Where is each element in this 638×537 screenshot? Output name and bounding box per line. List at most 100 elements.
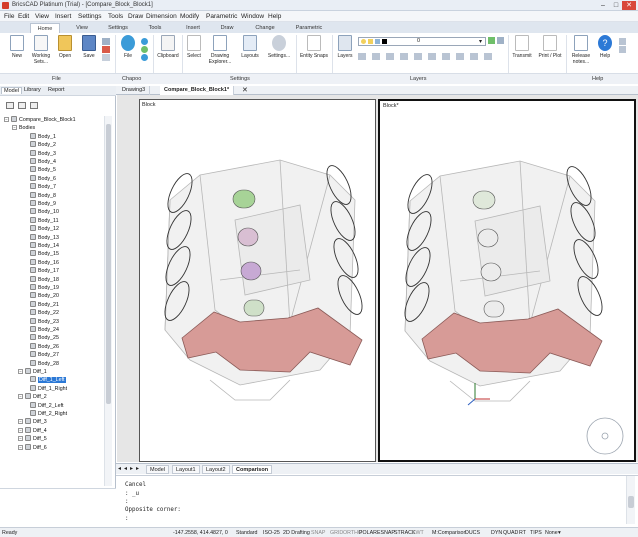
menu-tools[interactable]: Tools bbox=[108, 13, 123, 20]
first-layout-icon[interactable]: ◂ bbox=[118, 465, 121, 472]
print-plot-button[interactable]: Print / Plot bbox=[536, 35, 564, 59]
tree-scrollbar[interactable] bbox=[104, 116, 112, 486]
layer-walk-icon[interactable] bbox=[428, 53, 436, 60]
transmit-button[interactable]: Transmit bbox=[510, 35, 534, 59]
tree-expander-icon[interactable]: − bbox=[18, 419, 23, 425]
previous-layer-icon[interactable] bbox=[497, 37, 504, 44]
tree-diff-group[interactable]: − Diff_3 bbox=[18, 418, 47, 426]
tree-body-item[interactable]: Body_4 bbox=[30, 158, 56, 166]
tree-body-item[interactable]: Body_21 bbox=[30, 300, 59, 309]
print-icon[interactable] bbox=[102, 38, 110, 45]
tree-body-item[interactable]: Body_23 bbox=[30, 317, 59, 326]
clipboard-button[interactable]: Clipboard bbox=[155, 35, 181, 59]
status-toggle-snap[interactable]: SNAP bbox=[311, 529, 325, 537]
menu-edit[interactable]: Edit bbox=[18, 13, 29, 20]
tree-body-item[interactable]: Body_9 bbox=[30, 200, 56, 208]
tab-parametric[interactable]: Parametric bbox=[290, 23, 328, 33]
close-doc-icon[interactable] bbox=[102, 54, 110, 61]
tree-bodies-folder[interactable]: − Bodies bbox=[12, 124, 35, 132]
menu-parametric[interactable]: Parametric bbox=[206, 13, 237, 20]
share-icon[interactable] bbox=[141, 54, 148, 61]
tree-diff-item[interactable]: Diff_2_Right bbox=[30, 410, 67, 418]
layout-tab-model[interactable]: Model bbox=[146, 465, 169, 474]
tree-diff-group[interactable]: − Diff_2 bbox=[18, 393, 47, 401]
tab-settings[interactable]: Settings bbox=[103, 23, 133, 33]
tab-report[interactable]: Report bbox=[46, 87, 67, 93]
tree-root[interactable]: − Compare_Block_Block1 bbox=[4, 116, 76, 124]
tree-body-item[interactable]: Body_7 bbox=[30, 183, 56, 191]
tree-body-item[interactable]: Body_12 bbox=[30, 225, 59, 233]
tree-body-item[interactable]: Body_27 bbox=[30, 351, 59, 359]
status-toggle-none[interactable]: None bbox=[545, 529, 558, 537]
make-current-icon[interactable] bbox=[488, 37, 495, 44]
tree-body-item[interactable]: Body_11 bbox=[30, 216, 59, 225]
tree-expander-icon[interactable]: − bbox=[18, 394, 23, 400]
status-toggle-dyn[interactable]: DYN bbox=[491, 529, 502, 537]
status-toggle-tips[interactable]: TIPS bbox=[530, 529, 542, 537]
layer-unlock-icon[interactable] bbox=[414, 53, 422, 60]
command-prompt[interactable]: : bbox=[125, 516, 129, 522]
status-toggle-standard[interactable]: Standard bbox=[236, 529, 258, 537]
tree-body-item[interactable]: Body_10 bbox=[30, 208, 59, 216]
tree-body-item[interactable]: Body_18 bbox=[30, 275, 59, 284]
working-sets-button[interactable]: Working Sets... bbox=[29, 35, 53, 65]
layer-freeze-icon[interactable] bbox=[386, 53, 394, 60]
tree-body-item[interactable]: Body_8 bbox=[30, 191, 56, 200]
about-icon[interactable] bbox=[619, 46, 626, 53]
menu-draw[interactable]: Draw bbox=[128, 13, 143, 20]
layer-lock-tool-icon[interactable] bbox=[400, 53, 408, 60]
maximize-button[interactable]: □ bbox=[609, 1, 623, 10]
viewport-left[interactable]: Block bbox=[139, 99, 376, 462]
layer-dropdown[interactable]: 0 ▾ bbox=[358, 37, 486, 46]
upload-icon[interactable] bbox=[141, 38, 148, 45]
close-button[interactable]: ✕ bbox=[622, 1, 636, 10]
drawing-explorer-button[interactable]: Drawing Explorer... bbox=[205, 35, 235, 65]
tab-model[interactable]: Model bbox=[1, 87, 22, 94]
entity-snaps-button[interactable]: Entity Snaps bbox=[298, 35, 330, 59]
info-icon[interactable] bbox=[619, 38, 626, 45]
scrollbar-thumb[interactable] bbox=[106, 124, 111, 404]
tree-expander-icon[interactable]: − bbox=[12, 125, 17, 131]
status-toggle-quad[interactable]: QUAD bbox=[503, 529, 518, 537]
tree-diff-group[interactable]: − Diff_6 bbox=[18, 443, 47, 452]
tab-insert[interactable]: Insert bbox=[180, 23, 206, 33]
tree-body-item[interactable]: Body_2 bbox=[30, 141, 56, 149]
status-toggle-esnap[interactable]: ESNAP bbox=[377, 529, 395, 537]
doc-tab-compare[interactable]: Compare_Block_Block1* bbox=[160, 86, 235, 95]
tree-body-item[interactable]: Body_15 bbox=[30, 250, 59, 258]
layers-button[interactable]: Layers bbox=[334, 35, 356, 59]
tree-diff-group[interactable]: − Diff_4 bbox=[18, 426, 47, 435]
tab-library[interactable]: Library bbox=[22, 87, 43, 93]
layout-tab-layout2[interactable]: Layout2 bbox=[202, 465, 230, 474]
tree-diff-item[interactable]: Diff_1_Right bbox=[30, 384, 67, 393]
tree-body-item[interactable]: Body_22 bbox=[30, 309, 59, 317]
status-toggle-m-comparison[interactable]: M:Comparison bbox=[432, 529, 466, 537]
last-layout-icon[interactable]: ▸ bbox=[136, 465, 139, 472]
status-toggle-iso-25[interactable]: ISO-25 bbox=[263, 529, 280, 537]
menu-help[interactable]: Help bbox=[268, 13, 281, 20]
tree-expander-icon[interactable]: − bbox=[18, 369, 23, 374]
tree-body-item[interactable]: Body_16 bbox=[30, 258, 59, 267]
viewport-right[interactable]: Block* bbox=[378, 99, 636, 462]
tree-expander-icon[interactable]: − bbox=[18, 444, 23, 450]
layer-all-on-icon[interactable] bbox=[484, 53, 492, 60]
layer-merge-icon[interactable] bbox=[456, 53, 464, 60]
tree-body-item[interactable]: Body_25 bbox=[30, 334, 59, 342]
command-line[interactable]: Cancel : _u : Opposite corner: : bbox=[116, 475, 638, 525]
tab-home[interactable]: Home bbox=[30, 23, 60, 33]
tree-body-item[interactable]: Body_20 bbox=[30, 292, 59, 300]
tab-tools[interactable]: Tools bbox=[143, 23, 167, 33]
tree-expander-icon[interactable]: − bbox=[18, 436, 23, 442]
sync-icon[interactable] bbox=[141, 46, 148, 53]
layouts-button[interactable]: Layouts bbox=[238, 35, 262, 59]
tree-body-item[interactable]: Body_1 bbox=[30, 132, 56, 141]
tree-body-item[interactable]: Body_14 bbox=[30, 242, 59, 250]
layer-delete-icon[interactable] bbox=[470, 53, 478, 60]
tab-change[interactable]: Change bbox=[250, 23, 280, 33]
chapoo-file-button[interactable]: File bbox=[118, 35, 138, 59]
status-toggle-lwt[interactable]: LWT bbox=[413, 529, 424, 537]
layer-isolate-icon[interactable] bbox=[358, 53, 366, 60]
tree-body-item[interactable]: Body_3 bbox=[30, 149, 56, 158]
save-button[interactable]: Save bbox=[78, 35, 100, 59]
tree-body-item[interactable]: Body_24 bbox=[30, 326, 59, 334]
